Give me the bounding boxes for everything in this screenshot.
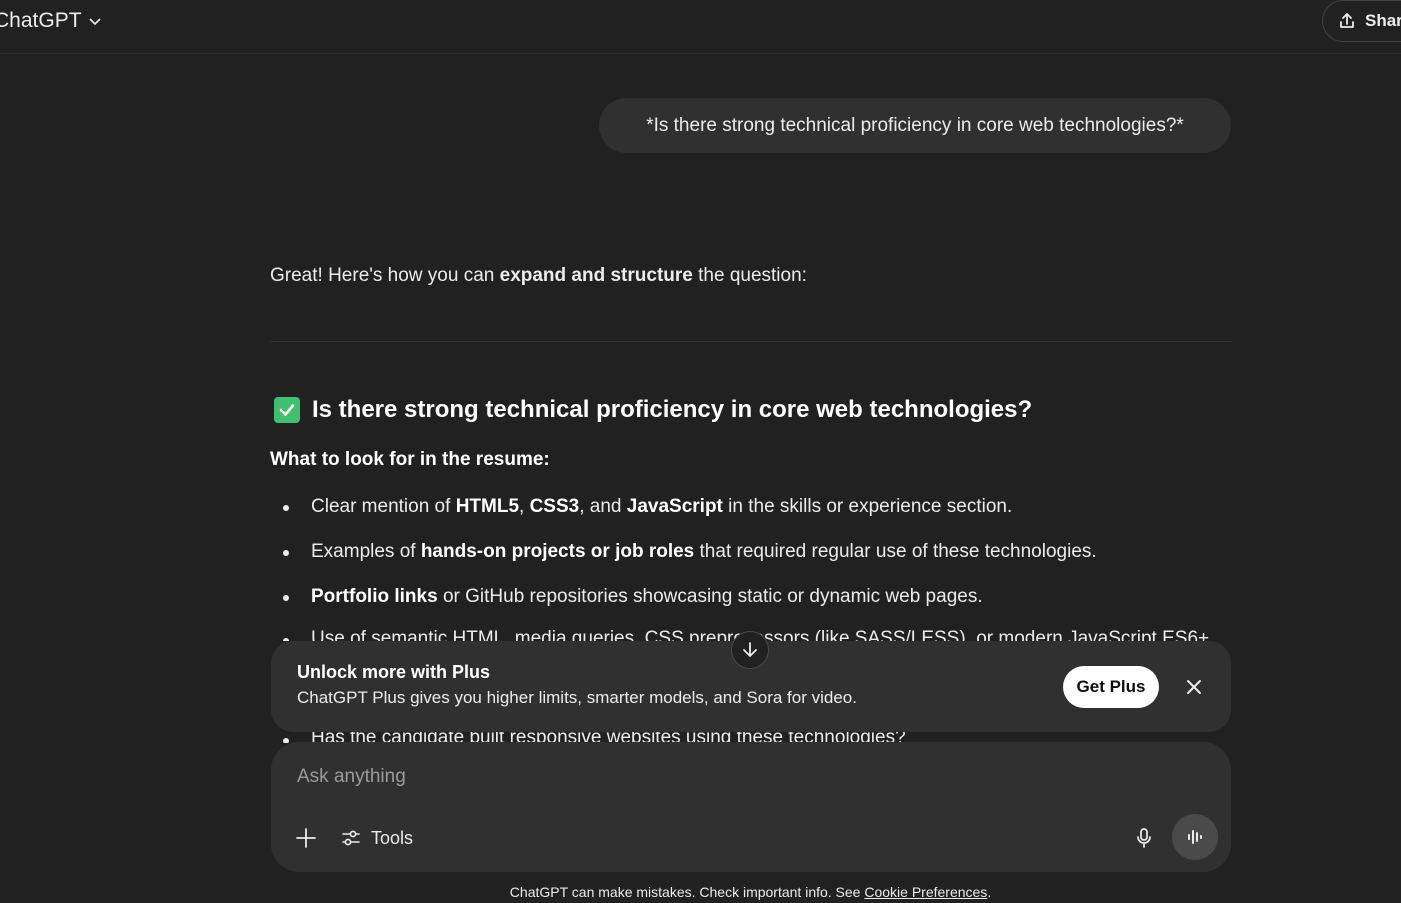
intro-text-end: the question: xyxy=(692,265,807,286)
plus-icon xyxy=(296,828,316,848)
bullet-list: Clear mention of HTML5, CSS3, and JavaSc… xyxy=(270,491,1232,626)
microphone-icon xyxy=(1137,828,1151,848)
user-message-text: *Is there strong technical proficiency i… xyxy=(646,114,1184,136)
voice-waveform-icon xyxy=(1188,830,1202,844)
tools-button[interactable]: Tools xyxy=(340,824,413,852)
scroll-to-bottom-button[interactable] xyxy=(731,631,769,669)
bullet-text: , and xyxy=(579,496,627,517)
share-button[interactable]: Share xyxy=(1322,0,1401,42)
bullet-item: Examples of hands-on projects or job rol… xyxy=(270,536,1232,581)
attach-button[interactable] xyxy=(293,825,319,851)
voice-mode-button[interactable] xyxy=(1172,814,1218,860)
bullet-item: Clear mention of HTML5, CSS3, and JavaSc… xyxy=(270,491,1232,536)
message-composer: Tools xyxy=(271,742,1231,872)
banner-close-button[interactable] xyxy=(1181,674,1207,700)
heading-text: Is there strong technical proficiency in… xyxy=(312,396,1033,423)
intro-bold: expand and structure xyxy=(499,265,693,286)
top-bar: ChatGPT Share xyxy=(0,0,1401,54)
bullet-text: or GitHub repositories showcasing static… xyxy=(437,586,983,607)
share-upload-icon xyxy=(1340,13,1354,28)
bullet-item: Portfolio links or GitHub repositories s… xyxy=(270,581,1232,626)
chevron-down-icon xyxy=(88,18,101,26)
bullet-text: in the skills or experience section. xyxy=(722,496,1013,517)
arrow-down-icon xyxy=(743,642,757,657)
bullet-dot xyxy=(283,738,289,743)
divider xyxy=(270,341,1232,342)
banner-title: Unlock more with Plus xyxy=(297,662,491,682)
message-input[interactable] xyxy=(297,766,997,788)
bullet-bold-text: HTML5 xyxy=(455,496,520,517)
bullet-text: Clear mention of xyxy=(311,496,456,517)
bullet-bold-text: CSS3 xyxy=(529,496,580,517)
bullet-text: , xyxy=(519,496,530,517)
footer-text: ChatGPT can make mistakes. Check importa… xyxy=(509,884,865,900)
share-label: Share xyxy=(1365,11,1401,30)
assistant-intro: Great! Here's how you can expand and str… xyxy=(270,262,1232,290)
cookie-preferences-link[interactable]: Cookie Preferences xyxy=(864,884,987,900)
get-plus-button[interactable]: Get Plus xyxy=(1063,666,1159,708)
check-box-icon xyxy=(274,397,300,423)
footer-end: . xyxy=(987,884,992,900)
bullet-text: Examples of xyxy=(311,541,421,562)
bullet-bold-text: JavaScript xyxy=(626,496,723,517)
model-selector-label: ChatGPT xyxy=(0,9,82,32)
tools-label: Tools xyxy=(371,827,414,848)
bullet-text: that required regular use of these techn… xyxy=(694,541,1097,562)
response-heading: Is there strong technical proficiency in… xyxy=(274,396,1032,424)
intro-text: Great! Here's how you can xyxy=(270,265,500,286)
bullet-bold-text: hands-on projects or job roles xyxy=(420,541,695,562)
user-message-bubble: *Is there strong technical proficiency i… xyxy=(599,98,1231,153)
close-icon xyxy=(1187,680,1201,694)
dictate-button[interactable] xyxy=(1131,825,1157,851)
banner-body: ChatGPT Plus gives you higher limits, sm… xyxy=(297,688,857,707)
bullet-bold-text: Portfolio links xyxy=(311,586,438,607)
model-selector[interactable]: ChatGPT xyxy=(0,9,102,33)
footer-disclaimer: ChatGPT can make mistakes. Check importa… xyxy=(0,884,1401,900)
sliders-icon xyxy=(342,830,360,846)
response-subheading: What to look for in the resume: xyxy=(270,449,550,470)
